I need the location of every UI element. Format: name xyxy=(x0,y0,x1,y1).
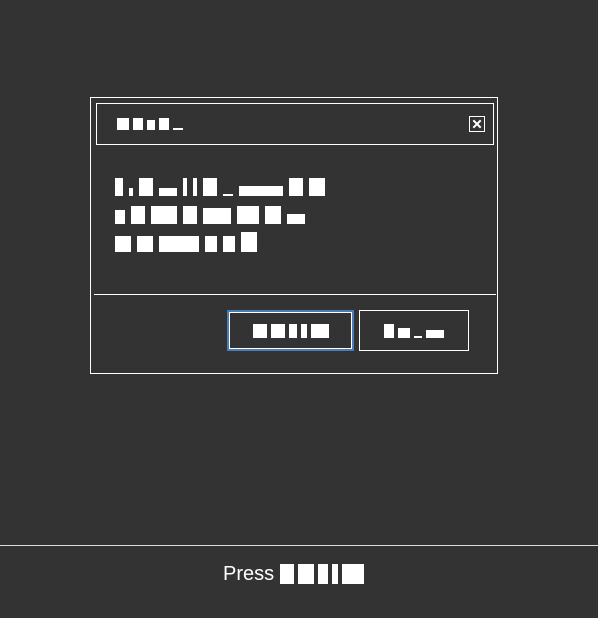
secondary-button-label xyxy=(384,323,444,338)
footer-press-label: Press xyxy=(223,563,275,585)
dialog-message-line xyxy=(115,176,445,196)
secondary-button[interactable] xyxy=(359,310,469,351)
footer-hint: Press xyxy=(0,545,598,618)
dialog xyxy=(90,97,498,374)
close-button[interactable] xyxy=(469,116,485,132)
dialog-message xyxy=(115,176,445,260)
footer-divider xyxy=(94,294,496,295)
dialog-message-line xyxy=(115,204,445,224)
primary-button-label xyxy=(252,323,329,338)
primary-button[interactable] xyxy=(227,310,354,351)
dialog-message-line xyxy=(115,232,445,252)
dialog-header xyxy=(96,103,494,145)
dialog-title xyxy=(117,118,183,130)
close-icon xyxy=(472,119,482,129)
footer-key-label xyxy=(280,564,365,584)
